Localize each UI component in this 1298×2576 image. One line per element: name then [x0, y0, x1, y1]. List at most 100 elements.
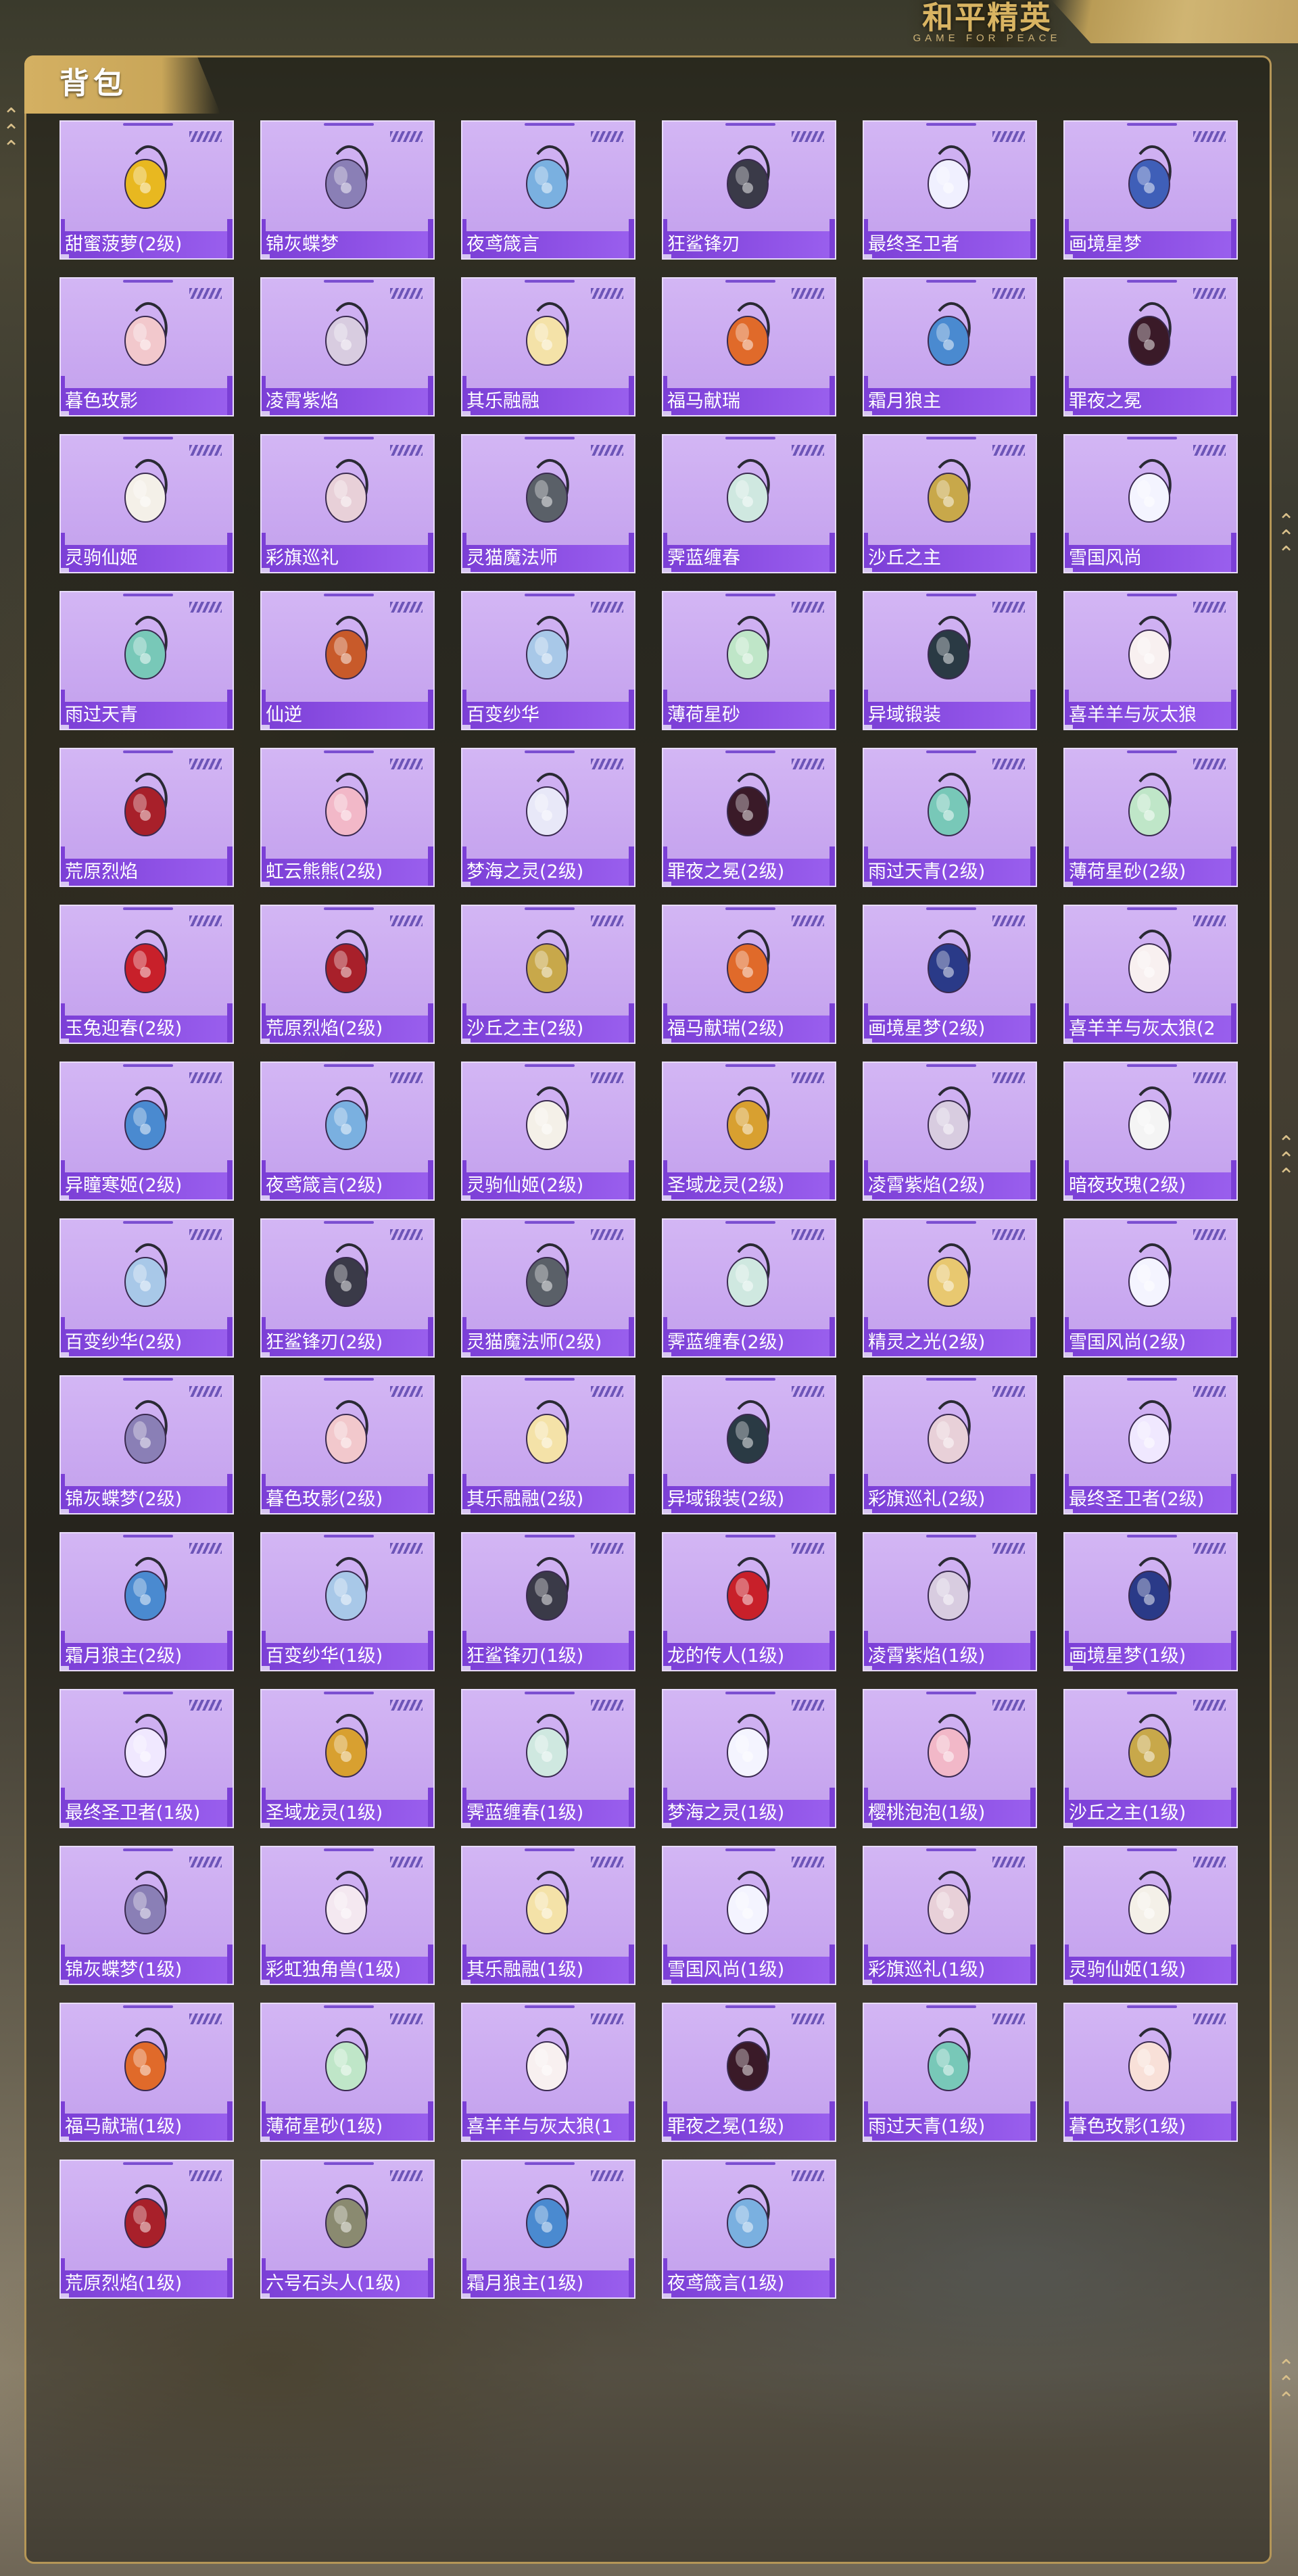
- backpack-card[interactable]: 甜蜜菠萝(2级): [59, 120, 234, 260]
- backpack-card[interactable]: 百变纱华(2级): [59, 1218, 234, 1358]
- backpack-card[interactable]: 喜羊羊与灰太狼(2: [1063, 905, 1238, 1044]
- bar-edge: [1030, 219, 1036, 258]
- backpack-card[interactable]: 彩旗巡礼(2级): [863, 1375, 1037, 1514]
- backpack-card[interactable]: 罪夜之冕(1级): [662, 2003, 836, 2142]
- backpack-card[interactable]: 异域锻装(2级): [662, 1375, 836, 1514]
- backpack-card[interactable]: 暮色玫影(2级): [260, 1375, 435, 1514]
- backpack-card[interactable]: 福马献瑞: [662, 277, 836, 416]
- backpack-card[interactable]: 彩旗巡礼(1级): [863, 1846, 1037, 1985]
- backpack-card[interactable]: 仙逆: [260, 591, 435, 730]
- backpack-card[interactable]: 灵猫魔法师(2级): [461, 1218, 635, 1358]
- backpack-card[interactable]: 其乐融融(2级): [461, 1375, 635, 1514]
- backpack-card[interactable]: 樱桃泡泡(1级): [863, 1689, 1037, 1828]
- backpack-card[interactable]: 龙的传人(1级): [662, 1532, 836, 1671]
- fairy-light-backpack-icon: [909, 1237, 990, 1318]
- backpack-card[interactable]: 沙丘之主: [863, 434, 1037, 573]
- backpack-card[interactable]: 暗夜玫瑰(2级): [1063, 1062, 1238, 1201]
- backpack-card[interactable]: 锦灰蝶梦: [260, 120, 435, 260]
- backpack-card[interactable]: 罪夜之冕(2级): [662, 748, 836, 887]
- desert-scroll-backpack-icon: [909, 453, 990, 534]
- backpack-card[interactable]: 精灵之光(2级): [863, 1218, 1037, 1358]
- backpack-card[interactable]: 雨过天青(2级): [863, 748, 1037, 887]
- backpack-card[interactable]: 锦灰蝶梦(2级): [59, 1375, 234, 1514]
- backpack-card[interactable]: 荒原烈焰(2级): [260, 905, 435, 1044]
- backpack-card[interactable]: 灵猫魔法师: [461, 434, 635, 573]
- bar-edge: [1030, 1003, 1036, 1043]
- backpack-card[interactable]: 夜鸢箴言: [461, 120, 635, 260]
- backpack-card[interactable]: 圣域龙灵(1级): [260, 1689, 435, 1828]
- backpack-card[interactable]: 雨过天青(1级): [863, 2003, 1037, 2142]
- backpack-card[interactable]: 罪夜之冕: [1063, 277, 1238, 416]
- backpack-name: 圣域龙灵(2级): [667, 1175, 785, 1196]
- backpack-card[interactable]: 霁蓝缠春(1级): [461, 1689, 635, 1828]
- backpack-card[interactable]: 薄荷星砂(2级): [1063, 748, 1238, 887]
- backpack-card[interactable]: 喜羊羊与灰太狼: [1063, 591, 1238, 730]
- backpack-card[interactable]: 喜羊羊与灰太狼(1: [461, 2003, 635, 2142]
- backpack-card[interactable]: 梦海之灵(1级): [662, 1689, 836, 1828]
- backpack-card[interactable]: 福马献瑞(2级): [662, 905, 836, 1044]
- backpack-card[interactable]: 异域锻装: [863, 591, 1037, 730]
- backpack-card[interactable]: 暮色玫影: [59, 277, 234, 416]
- gold-dragon-backpack-icon: [307, 1708, 388, 1789]
- backpack-card[interactable]: 薄荷星砂(1级): [260, 2003, 435, 2142]
- backpack-card[interactable]: 画境星梦(2级): [863, 905, 1037, 1044]
- backpack-card[interactable]: 薄荷星砂: [662, 591, 836, 730]
- rank-stripes-icon: [992, 759, 1025, 769]
- backpack-card[interactable]: 最终圣卫者(1级): [59, 1689, 234, 1828]
- backpack-card[interactable]: 灵驹仙姬(1级): [1063, 1846, 1238, 1985]
- backpack-card[interactable]: 暮色玫影(1级): [1063, 2003, 1238, 2142]
- backpack-card[interactable]: 狂鲨锋刃: [662, 120, 836, 260]
- bar-edge: [428, 1788, 433, 1827]
- backpack-card[interactable]: 夜鸢箴言(1级): [662, 2160, 836, 2299]
- bar-edge: [428, 219, 433, 258]
- backpack-card[interactable]: 其乐融融(1级): [461, 1846, 635, 1985]
- backpack-card[interactable]: 百变纱华: [461, 591, 635, 730]
- backpack-name: 雪国风尚(1级): [667, 1959, 785, 1980]
- backpack-card[interactable]: 彩旗巡礼: [260, 434, 435, 573]
- backpack-card[interactable]: 画境星梦: [1063, 120, 1238, 260]
- backpack-card[interactable]: 雪国风尚: [1063, 434, 1238, 573]
- backpack-card[interactable]: 凌霄紫焰: [260, 277, 435, 416]
- backpack-card[interactable]: 虹云熊熊(2级): [260, 748, 435, 887]
- backpack-card[interactable]: 沙丘之主(2级): [461, 905, 635, 1044]
- backpack-card[interactable]: 福马献瑞(1级): [59, 2003, 234, 2142]
- pearl-pendant-backpack-icon: [106, 453, 187, 534]
- rank-stripes-icon: [390, 1072, 423, 1083]
- backpack-name: 暮色玫影: [65, 391, 138, 412]
- backpack-card[interactable]: 六号石头人(1级): [260, 2160, 435, 2299]
- backpack-card[interactable]: 荒原烈焰(1级): [59, 2160, 234, 2299]
- backpack-card[interactable]: 灵驹仙姬: [59, 434, 234, 573]
- bar-edge: [830, 1788, 835, 1827]
- backpack-card[interactable]: 凌霄紫焰(1级): [863, 1532, 1037, 1671]
- rose-doll-backpack-icon: [307, 1394, 388, 1475]
- backpack-card[interactable]: 雨过天青: [59, 591, 234, 730]
- orange-horse-backpack-icon: [708, 924, 790, 1005]
- backpack-card[interactable]: 梦海之灵(2级): [461, 748, 635, 887]
- backpack-card[interactable]: 沙丘之主(1级): [1063, 1689, 1238, 1828]
- backpack-card[interactable]: 荒原烈焰: [59, 748, 234, 887]
- backpack-card[interactable]: 彩虹独角兽(1级): [260, 1846, 435, 1985]
- backpack-card[interactable]: 雪国风尚(1级): [662, 1846, 836, 1985]
- backpack-card[interactable]: 圣域龙灵(2级): [662, 1062, 836, 1201]
- backpack-card[interactable]: 画境星梦(1级): [1063, 1532, 1238, 1671]
- backpack-card[interactable]: 最终圣卫者: [863, 120, 1037, 260]
- backpack-name: 百变纱华(1级): [266, 1646, 383, 1667]
- backpack-card[interactable]: 凌霄紫焰(2级): [863, 1062, 1037, 1201]
- backpack-card[interactable]: 狂鲨锋刃(2级): [260, 1218, 435, 1358]
- backpack-card[interactable]: 狂鲨锋刃(1级): [461, 1532, 635, 1671]
- backpack-card[interactable]: 灵驹仙姬(2级): [461, 1062, 635, 1201]
- backpack-card[interactable]: 霜月狼主(1级): [461, 2160, 635, 2299]
- backpack-card[interactable]: 其乐融融: [461, 277, 635, 416]
- backpack-card[interactable]: 夜鸢箴言(2级): [260, 1062, 435, 1201]
- backpack-card[interactable]: 霁蓝缠春: [662, 434, 836, 573]
- backpack-card[interactable]: 雪国风尚(2级): [1063, 1218, 1238, 1358]
- backpack-card[interactable]: 最终圣卫者(2级): [1063, 1375, 1238, 1514]
- backpack-card[interactable]: 玉兔迎春(2级): [59, 905, 234, 1044]
- backpack-card[interactable]: 异瞳寒姬(2级): [59, 1062, 234, 1201]
- backpack-card[interactable]: 百变纱华(1级): [260, 1532, 435, 1671]
- flame-backpack-icon: [106, 767, 187, 848]
- backpack-card[interactable]: 霁蓝缠春(2级): [662, 1218, 836, 1358]
- backpack-card[interactable]: 霜月狼主: [863, 277, 1037, 416]
- backpack-card[interactable]: 霜月狼主(2级): [59, 1532, 234, 1671]
- backpack-card[interactable]: 锦灰蝶梦(1级): [59, 1846, 234, 1985]
